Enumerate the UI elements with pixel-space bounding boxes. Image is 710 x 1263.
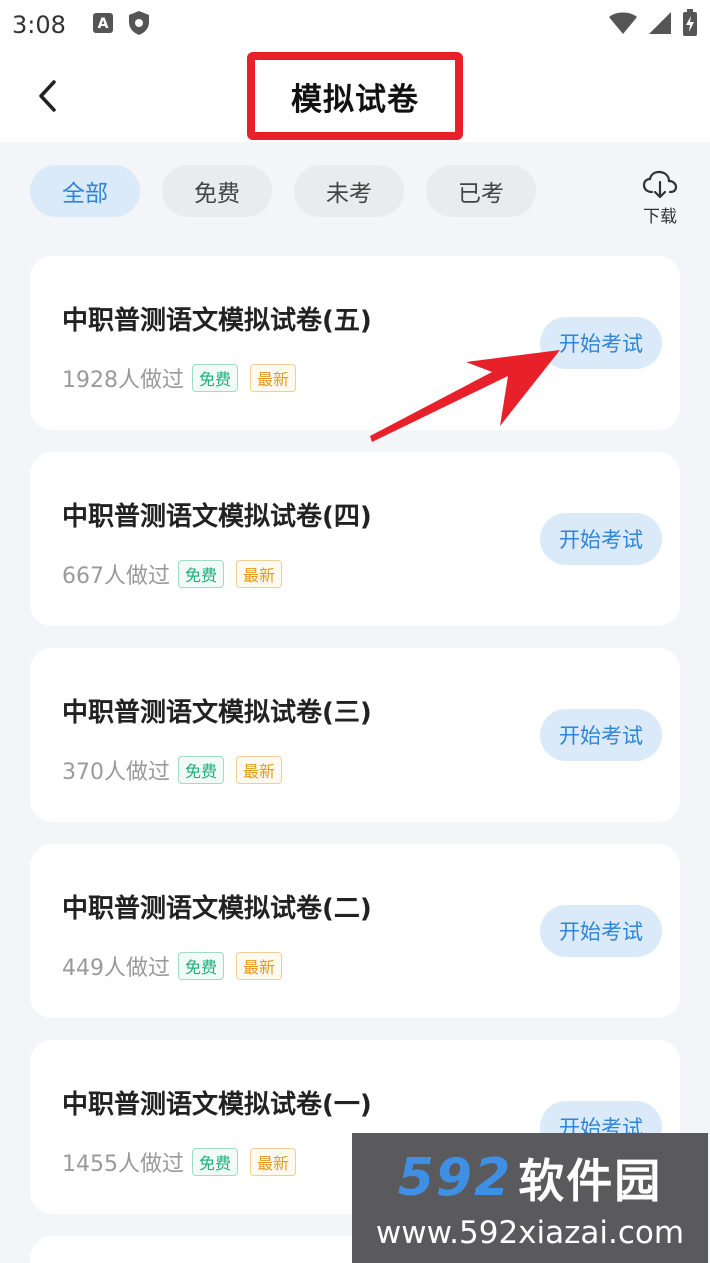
status-time: 3:08 [12,11,66,39]
paper-title: 中职普测语文模拟试卷(四) [62,502,372,532]
new-badge: 最新 [236,756,283,784]
free-badge: 免费 [178,756,225,784]
download-label: 下载 [643,207,677,227]
cellular-signal-icon [648,11,672,39]
paper-card[interactable]: 中职普测语文模拟试卷(三) 370人做过 免费 最新 开始考试 [30,648,680,822]
watermark-url: www.592xiazai.com [375,1215,685,1251]
new-badge: 最新 [250,364,297,392]
start-exam-button[interactable]: 开始考试 [540,709,662,761]
done-count: 449人做过 [62,956,170,981]
filter-tab-all[interactable]: 全部 [30,165,140,217]
done-count: 667人做过 [62,564,170,589]
done-count: 1928人做过 [62,368,184,393]
free-badge: 免费 [178,560,225,588]
status-bar: 3:08 A [0,0,710,50]
back-button[interactable] [30,76,64,116]
download-button[interactable]: 下载 [640,170,680,227]
done-count: 1455人做过 [62,1152,184,1177]
filter-tab-untaken[interactable]: 未考 [294,165,404,217]
free-badge: 免费 [178,952,225,980]
red-arrow-annotation [370,350,560,442]
paper-card[interactable]: 中职普测语文模拟试卷(四) 667人做过 免费 最新 开始考试 [30,452,680,626]
paper-title: 中职普测语文模拟试卷(五) [62,306,372,336]
wifi-icon [608,11,638,39]
paper-list: 中职普测语文模拟试卷(五) 1928人做过 免费 最新 开始考试 中职普测语文模… [30,256,680,1263]
paper-card[interactable]: 中职普测语文模拟试卷(二) 449人做过 免费 最新 开始考试 [30,844,680,1018]
shield-icon [128,10,150,40]
start-exam-button[interactable]: 开始考试 [540,513,662,565]
svg-text:A: A [97,16,108,32]
chevron-left-icon [39,80,56,112]
cloud-download-icon [642,170,678,199]
new-badge: 最新 [236,560,283,588]
site-watermark: 592 软件园 www.592xiazai.com [352,1133,708,1263]
filter-tab-taken[interactable]: 已考 [426,165,536,217]
free-badge: 免费 [192,1148,239,1176]
new-badge: 最新 [236,952,283,980]
start-exam-button[interactable]: 开始考试 [540,905,662,957]
done-count: 370人做过 [62,760,170,785]
filter-tab-free[interactable]: 免费 [162,165,272,217]
keyboard-a-icon: A [92,12,114,38]
watermark-name: 软件园 [518,1154,663,1208]
top-app-bar: 模拟试卷 [0,50,710,142]
new-badge: 最新 [250,1148,297,1176]
page-title: 模拟试卷 [291,82,419,118]
paper-title: 中职普测语文模拟试卷(三) [62,698,372,728]
paper-title: 中职普测语文模拟试卷(二) [62,894,372,924]
battery-charging-icon [682,9,698,41]
title-highlight-box: 模拟试卷 [247,52,463,140]
watermark-number: 592 [397,1148,513,1208]
filter-tabs: 全部 免费 未考 已考 下载 [0,142,710,252]
paper-title: 中职普测语文模拟试卷(一) [62,1090,372,1120]
app-screen: 3:08 A 模拟试卷 全部 免费 未考 已考 下载 中职普测语文模拟试卷(五)… [0,0,710,1263]
free-badge: 免费 [192,364,239,392]
paper-card[interactable]: 中职普测语文模拟试卷(五) 1928人做过 免费 最新 开始考试 [30,256,680,430]
